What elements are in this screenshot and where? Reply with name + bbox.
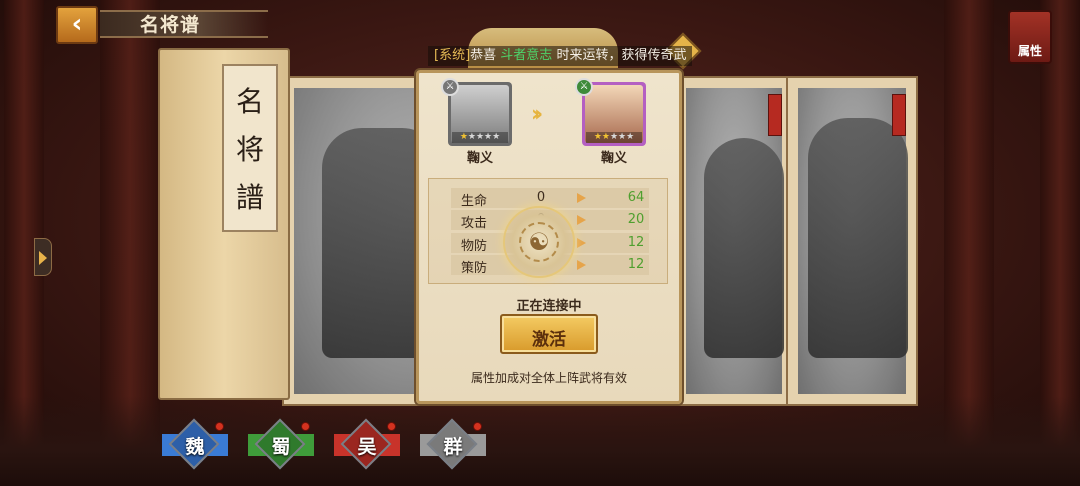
book-title-char: 譜 [235,181,264,214]
stat-label: 策防 [461,261,488,276]
activate-label: 激活 [532,330,566,350]
hero-portrait-art [798,88,908,394]
stat-row: 生命 0 64 [451,188,649,209]
hero-name: 鞠义 [600,151,627,166]
stat-to: 64 [627,190,645,205]
expand-side-panel-button[interactable] [34,238,52,276]
taiji-icon: ☯ [528,228,550,256]
stat-to: 12 [627,235,645,250]
chevron-left-icon: ‹ [71,9,83,39]
attributes-button[interactable]: 属性 [1008,10,1052,64]
connecting-status: 正在连接中 [516,299,582,314]
stat-from: 0 [536,190,546,205]
notification-dot [473,422,482,431]
faction-label: 吴 [357,436,377,458]
faction-tab-wu[interactable]: 吴 [334,418,400,470]
attributes-label: 属性 [1017,44,1042,58]
stat-arrow-icon [577,215,586,225]
book-page-right [786,76,918,406]
stat-arrow-icon [577,193,586,203]
activate-button[interactable]: 激活 [500,314,598,354]
notification-dot [387,422,396,431]
faction-tab-wei[interactable]: 魏 [162,418,228,470]
stat-arrow-icon [577,260,586,270]
notification-dot [301,422,310,431]
notification-dot [215,422,224,431]
class-badge-icon: ⚔ [575,78,593,96]
stat-to: 12 [627,257,645,272]
stat-label: 攻击 [461,216,488,231]
star-rating: ★★★★★ [452,132,508,143]
system-player-name: 斗者意志 [500,48,553,63]
book-title-char: 将 [235,133,264,166]
class-badge-icon: ⚔ [441,78,459,96]
system-text: 恭喜 [470,48,501,63]
hero-tag [768,94,782,136]
book-title-plate: 名 将 譜 [222,64,278,232]
book-cover: 名 将 譜 [158,48,290,400]
loading-spinner-icon: ☯ [503,206,575,278]
book-title-char: 名 [235,85,264,118]
faction-tab-shu[interactable]: 蜀 [248,418,314,470]
page-title: 名将谱 [140,14,201,36]
star-rating: ★★★★★ [586,132,642,143]
stat-to: 20 [627,212,645,227]
hero-figure [808,118,908,358]
upgrade-arrow-icon: ›› [531,102,543,127]
stat-arrow-icon [577,238,586,248]
system-broadcast: [系统]恭喜 斗者意志 时来运转，获得传奇武 [428,46,693,66]
faction-label: 蜀 [271,436,291,458]
hero-name: 鞠义 [466,151,493,166]
faction-label: 魏 [185,436,205,458]
back-button[interactable]: ‹ [56,6,98,44]
faction-tab-qun[interactable]: 群 [420,418,486,470]
hero-tag [892,94,906,136]
book-page-mid-right [674,76,794,406]
faction-label: 群 [443,436,463,458]
system-tag: [系统] [434,48,471,63]
bonus-note: 属性加成对全体上阵武将有效 [470,371,627,385]
stat-label: 生命 [461,194,488,209]
hero-figure [704,138,784,358]
system-text: 时来运转，获得传奇武 [552,48,687,63]
stat-label: 物防 [461,239,488,254]
